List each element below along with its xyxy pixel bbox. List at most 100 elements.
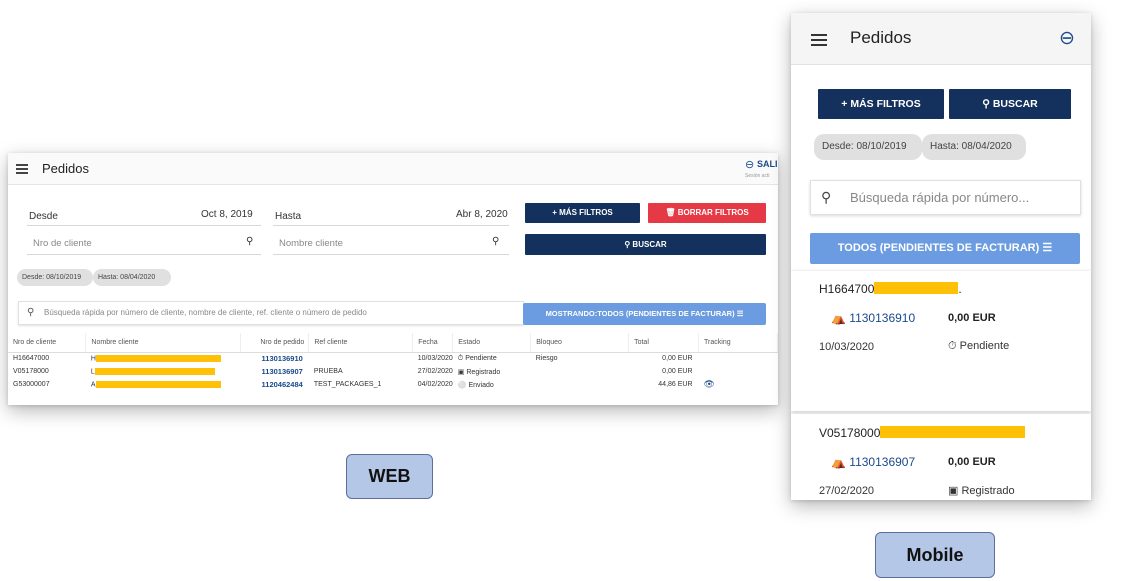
briefcase-icon: ▣ xyxy=(948,485,959,497)
page-title: Pedidos xyxy=(42,161,89,176)
client-name-input[interactable]: Nombre cliente xyxy=(279,238,343,249)
web-top-bar: Pedidos ⊖ SALI Sesión acti xyxy=(8,153,778,185)
more-filters-button[interactable]: + MÁS FILTROS xyxy=(525,203,640,223)
redaction-mark xyxy=(874,282,959,294)
status-label: Pendiente xyxy=(465,354,497,362)
quick-search-input[interactable]: ⚲ Búsqueda rápida por número de cliente,… xyxy=(18,301,524,325)
client-number-cell: G53000007 xyxy=(13,381,50,388)
basket-icon: ⛺ xyxy=(831,311,846,325)
search-button[interactable]: ⚲ BUSCAR xyxy=(949,89,1071,119)
order-card[interactable]: V05178000 ⛺ 1130136907 0,00 EUR 27/02/20… xyxy=(791,414,1091,500)
logout-icon[interactable]: ⊖ xyxy=(1059,27,1075,50)
date-from-chip[interactable]: Desde: 08/10/2019 xyxy=(814,134,922,160)
session-text: Sesión acti xyxy=(745,173,770,179)
hasta-label: Hasta xyxy=(275,211,302,222)
orders-table: Nro de cliente Nombre cliente Nro de ped… xyxy=(8,333,778,391)
globe-icon: ⚪ xyxy=(457,381,467,389)
tracking-cell xyxy=(699,352,778,365)
date-from-chip[interactable]: Desde: 08/10/2019 xyxy=(17,269,93,286)
card-total: 0,00 EUR xyxy=(948,456,996,468)
table-row[interactable]: G53000007 A 1120462484 TEST_PACKAGES_1 0… xyxy=(8,378,778,391)
table-row[interactable]: H16647000 H 1130136910 10/03/2020 ⏱ Pend… xyxy=(8,352,778,365)
basket-icon: ⛺ xyxy=(831,455,846,469)
menu-icon[interactable] xyxy=(16,164,28,174)
status-label: Enviado xyxy=(468,381,494,389)
column-header[interactable]: Bloqueo xyxy=(530,333,630,353)
web-app-window: Pedidos ⊖ SALI Sesión acti Desde Oct 8, … xyxy=(8,153,778,405)
table-row[interactable]: V05178000 L 1130136907 PRUEBA 27/02/2020… xyxy=(8,365,778,378)
showing-filter-label: MOSTRANDO:TODOS (PENDIENTES DE FACTURAR) xyxy=(545,309,735,318)
quick-search-input[interactable]: ⚲ Búsqueda rápida por número... xyxy=(810,180,1081,215)
column-header[interactable]: Estado xyxy=(452,333,532,353)
redaction-mark xyxy=(880,426,1026,438)
date-to-chip[interactable]: Hasta: 08/04/2020 xyxy=(922,134,1026,160)
order-card[interactable]: H1664700. ⛺ 1130136910 0,00 EUR 10/03/20… xyxy=(791,271,1091,411)
order-number-link[interactable]: 1130136910 xyxy=(241,352,309,365)
search-icon[interactable]: ⚲ xyxy=(246,236,253,247)
client-number-underline xyxy=(27,254,261,255)
search-button[interactable]: ⚲ BUSCAR xyxy=(525,234,766,255)
total-cell: 44,86 EUR xyxy=(658,381,693,388)
hasta-date-field[interactable]: Abr 8, 2020 xyxy=(456,209,508,220)
column-header[interactable]: Fecha xyxy=(412,333,454,353)
briefcase-icon: ▣ xyxy=(457,368,465,376)
date-cell: 10/03/2020 xyxy=(417,355,453,363)
column-header[interactable]: Total xyxy=(628,333,700,353)
column-header[interactable]: Tracking xyxy=(698,333,778,353)
desde-date-field[interactable]: Oct 8, 2019 xyxy=(201,209,253,220)
tracking-cell: 👁 xyxy=(699,378,778,391)
search-icon: ⚲ xyxy=(982,98,990,110)
mobile-label: Mobile xyxy=(875,532,995,578)
order-number-link[interactable]: 1120462484 xyxy=(241,378,309,391)
menu-icon[interactable] xyxy=(811,34,827,47)
client-name-cell: A xyxy=(86,378,241,391)
card-client-number: V05178000 xyxy=(819,426,881,440)
showing-filter-button[interactable]: MOSTRANDO:TODOS (PENDIENTES DE FACTURAR)… xyxy=(523,303,766,325)
logout-icon: ⊖ xyxy=(745,159,755,171)
card-order-link[interactable]: ⛺ 1130136910 xyxy=(831,311,915,325)
eye-icon[interactable]: 👁 xyxy=(704,379,715,389)
card-status: ⏱ Pendiente xyxy=(948,340,1009,353)
column-header[interactable]: Nro de cliente xyxy=(8,333,87,353)
tracking-cell xyxy=(699,365,778,378)
clear-filters-button[interactable]: 🗑 BORRAR FILTROS xyxy=(648,203,766,223)
quick-search-placeholder: Búsqueda rápida por número de cliente, n… xyxy=(44,308,367,317)
redaction-mark xyxy=(94,367,215,375)
desde-underline xyxy=(27,225,261,226)
table-header-row: Nro de cliente Nombre cliente Nro de ped… xyxy=(8,333,778,353)
search-icon: ⚲ xyxy=(624,240,631,249)
client-name-cell: H xyxy=(86,352,241,365)
card-client: V05178000 xyxy=(819,426,1026,440)
status-cell: ▣ Registrado xyxy=(453,365,531,378)
column-header[interactable]: Nombre cliente xyxy=(85,333,242,353)
page-title: Pedidos xyxy=(850,28,912,47)
search-icon[interactable]: ⚲ xyxy=(492,236,499,247)
column-header[interactable]: Nro de pedido xyxy=(240,333,310,353)
card-order-link[interactable]: ⛺ 1130136907 xyxy=(831,455,915,469)
order-number-link[interactable]: 1130136907 xyxy=(241,365,309,378)
search-icon: ⚲ xyxy=(27,307,35,318)
client-number-cell: H16647000 xyxy=(13,355,50,363)
client-number-input[interactable]: Nro de cliente xyxy=(33,238,92,249)
status-cell: ⚪ Enviado xyxy=(453,378,531,391)
block-cell xyxy=(531,365,629,378)
exit-label: SALI xyxy=(757,159,778,169)
showing-filter-button[interactable]: TODOS (PENDIENTES DE FACTURAR) ☰ xyxy=(810,233,1080,264)
card-client-suffix: . xyxy=(958,282,962,296)
filter-icon: ☰ xyxy=(736,309,744,318)
more-filters-button[interactable]: + MÁS FILTROS xyxy=(818,89,944,119)
mobile-app-window: Pedidos ⊖ + MÁS FILTROS ⚲ BUSCAR Desde: … xyxy=(791,13,1091,500)
ref-cell: PRUEBA xyxy=(313,368,343,375)
web-label: WEB xyxy=(346,454,433,499)
status-cell: ⏱ Pendiente xyxy=(453,352,531,365)
card-status-label: Registrado xyxy=(961,485,1015,497)
filter-icon: ☰ xyxy=(1042,242,1053,254)
total-cell: 0,00 EUR xyxy=(662,368,693,375)
column-header[interactable]: Ref cliente xyxy=(308,333,414,353)
ref-cell xyxy=(309,352,413,365)
total-cell: 0,00 EUR xyxy=(662,355,693,363)
search-button-label: BUSCAR xyxy=(992,98,1038,110)
redaction-mark xyxy=(95,355,221,363)
date-to-chip[interactable]: Hasta: 08/04/2020 xyxy=(93,269,171,286)
block-cell xyxy=(531,378,629,391)
